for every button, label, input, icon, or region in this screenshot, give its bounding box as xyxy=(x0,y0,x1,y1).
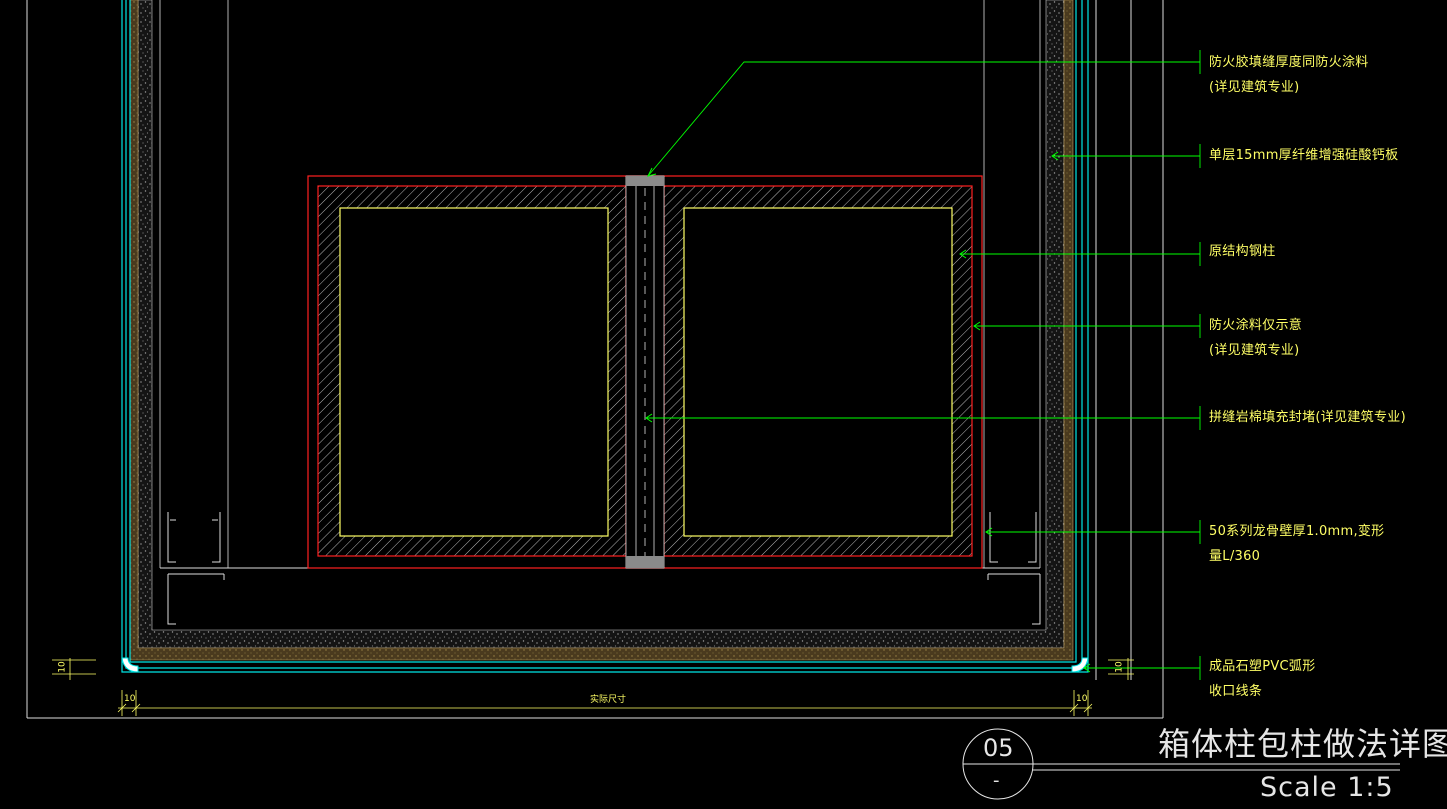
annotation-line: 防火涂料仅示意 xyxy=(1209,318,1303,333)
annotation-rock-wool-joint: 拼缝岩棉填充封堵(详见建筑专业) xyxy=(1209,405,1406,430)
annotation-fire-sealant: 防火胶填缝厚度同防火涂料 (详见建筑专业) xyxy=(1209,50,1369,100)
dimension-left-height: 10 xyxy=(57,661,68,673)
annotation-line: 防火胶填缝厚度同防火涂料 xyxy=(1209,55,1369,70)
annotation-fire-coating: 防火涂料仅示意 (详见建筑专业) xyxy=(1209,313,1302,363)
drawing-scale: Scale 1:5 xyxy=(1260,772,1394,803)
annotation-steel-column: 原结构钢柱 xyxy=(1209,239,1276,264)
dimension-left-offset: 10 xyxy=(124,694,136,704)
dimension-lines xyxy=(52,658,1134,716)
joint-sealant-top xyxy=(626,176,664,186)
pvc-corner-right xyxy=(1071,657,1089,673)
annotation-line: 成品石塑PVC弧形 xyxy=(1209,659,1316,674)
annotation-pvc-trim: 成品石塑PVC弧形 收口线条 xyxy=(1209,654,1316,704)
dimension-overall: 实际尺寸 xyxy=(590,695,627,705)
drawing-title: 箱体柱包柱做法详图 xyxy=(1158,725,1447,763)
annotation-line: 单层15mm厚纤维增强硅酸钙板 xyxy=(1209,148,1399,163)
annotation-line: (详见建筑专业) xyxy=(1209,343,1300,358)
annotation-line: 收口线条 xyxy=(1209,684,1263,699)
annotation-keel: 50系列龙骨壁厚1.0mm,变形 量L/360 xyxy=(1209,519,1384,569)
dimension-right-height: 10 xyxy=(1114,661,1125,673)
annotation-line: 50系列龙骨壁厚1.0mm,变形 xyxy=(1209,524,1385,539)
sheet-reference: - xyxy=(993,770,1000,791)
annotation-line: 拼缝岩棉填充封堵(详见建筑专业) xyxy=(1209,410,1406,425)
dimension-right-offset: 10 xyxy=(1076,694,1088,704)
annotation-line: 量L/360 xyxy=(1209,549,1261,564)
annotation-calcium-silicate-board: 单层15mm厚纤维增强硅酸钙板 xyxy=(1209,143,1398,168)
annotation-line: 原结构钢柱 xyxy=(1209,244,1276,259)
detail-number: 05 xyxy=(983,734,1014,762)
steel-column xyxy=(307,175,983,569)
joint-sealant-bottom xyxy=(626,556,664,568)
annotation-line: (详见建筑专业) xyxy=(1209,80,1300,95)
